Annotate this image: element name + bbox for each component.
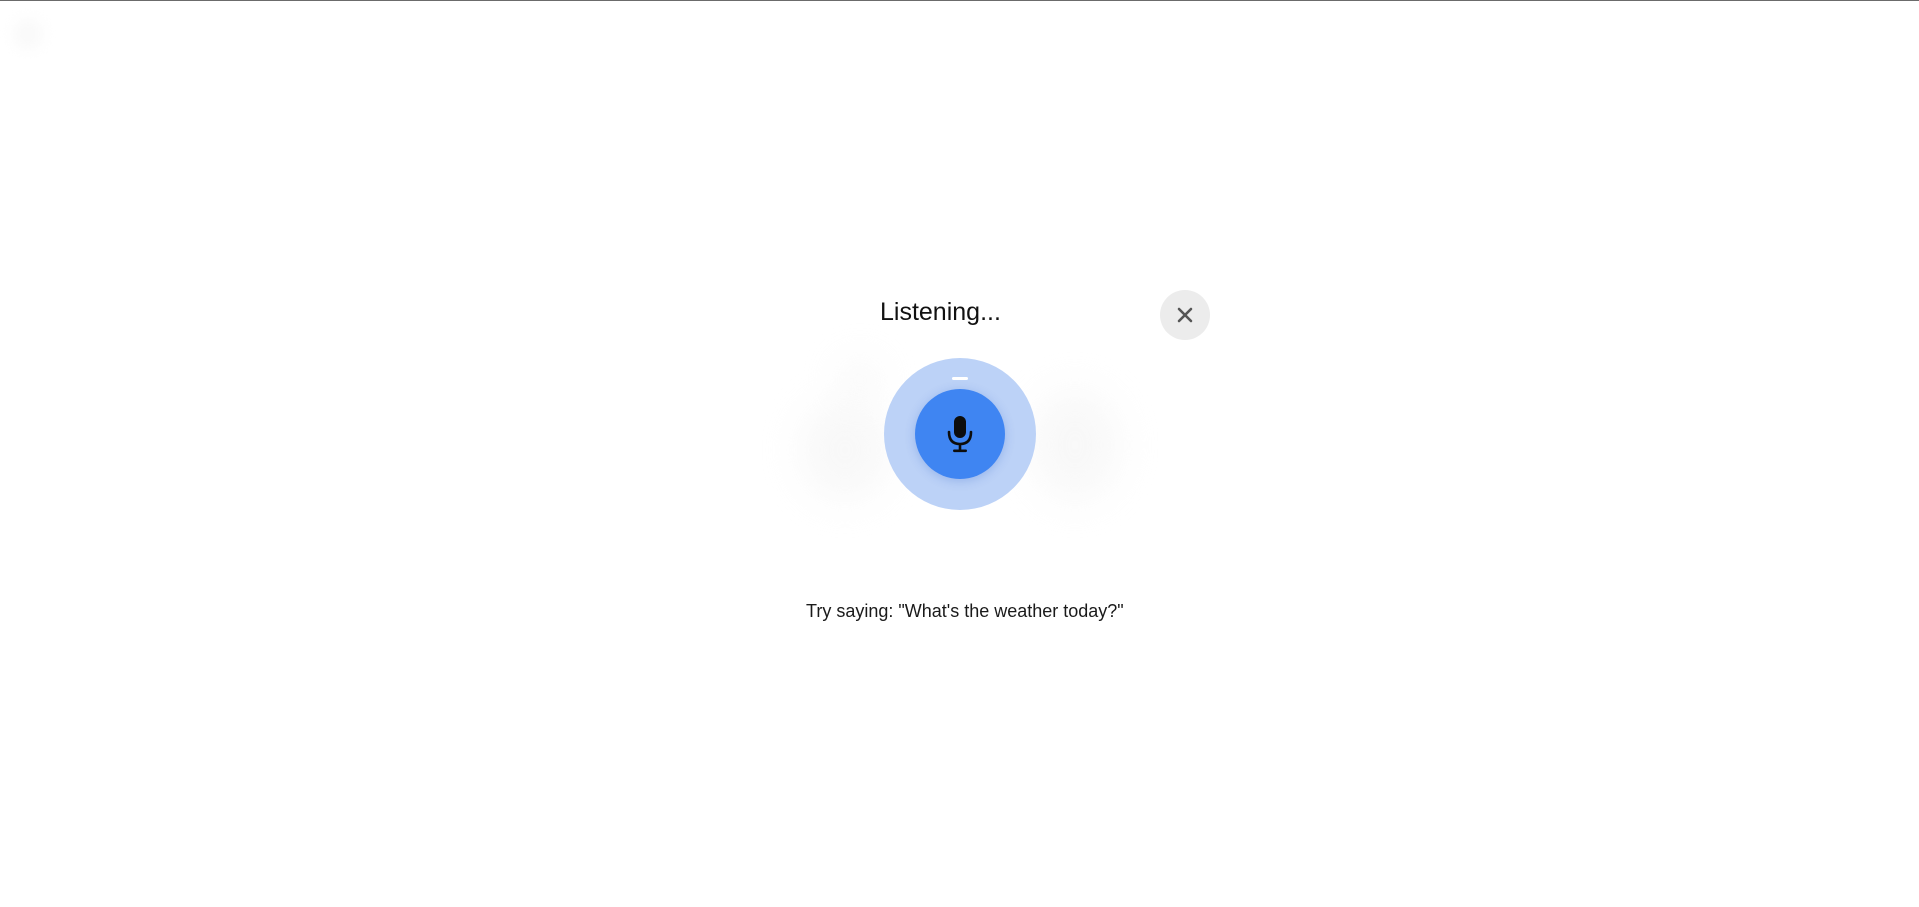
top-border — [0, 0, 1919, 1]
close-icon — [1177, 307, 1193, 323]
background-blur — [800, 400, 890, 500]
example-hint: Try saying: "What's the weather today?" — [806, 601, 1124, 621]
audio-level-indicator — [952, 377, 968, 380]
background-blur — [1030, 390, 1120, 500]
background-blur — [840, 360, 880, 400]
close-button[interactable] — [1160, 290, 1210, 340]
microphone-button[interactable] — [915, 389, 1005, 479]
microphone-icon — [947, 416, 973, 453]
faded-corner-element — [12, 18, 44, 50]
listening-status: Listening... — [880, 298, 1001, 326]
